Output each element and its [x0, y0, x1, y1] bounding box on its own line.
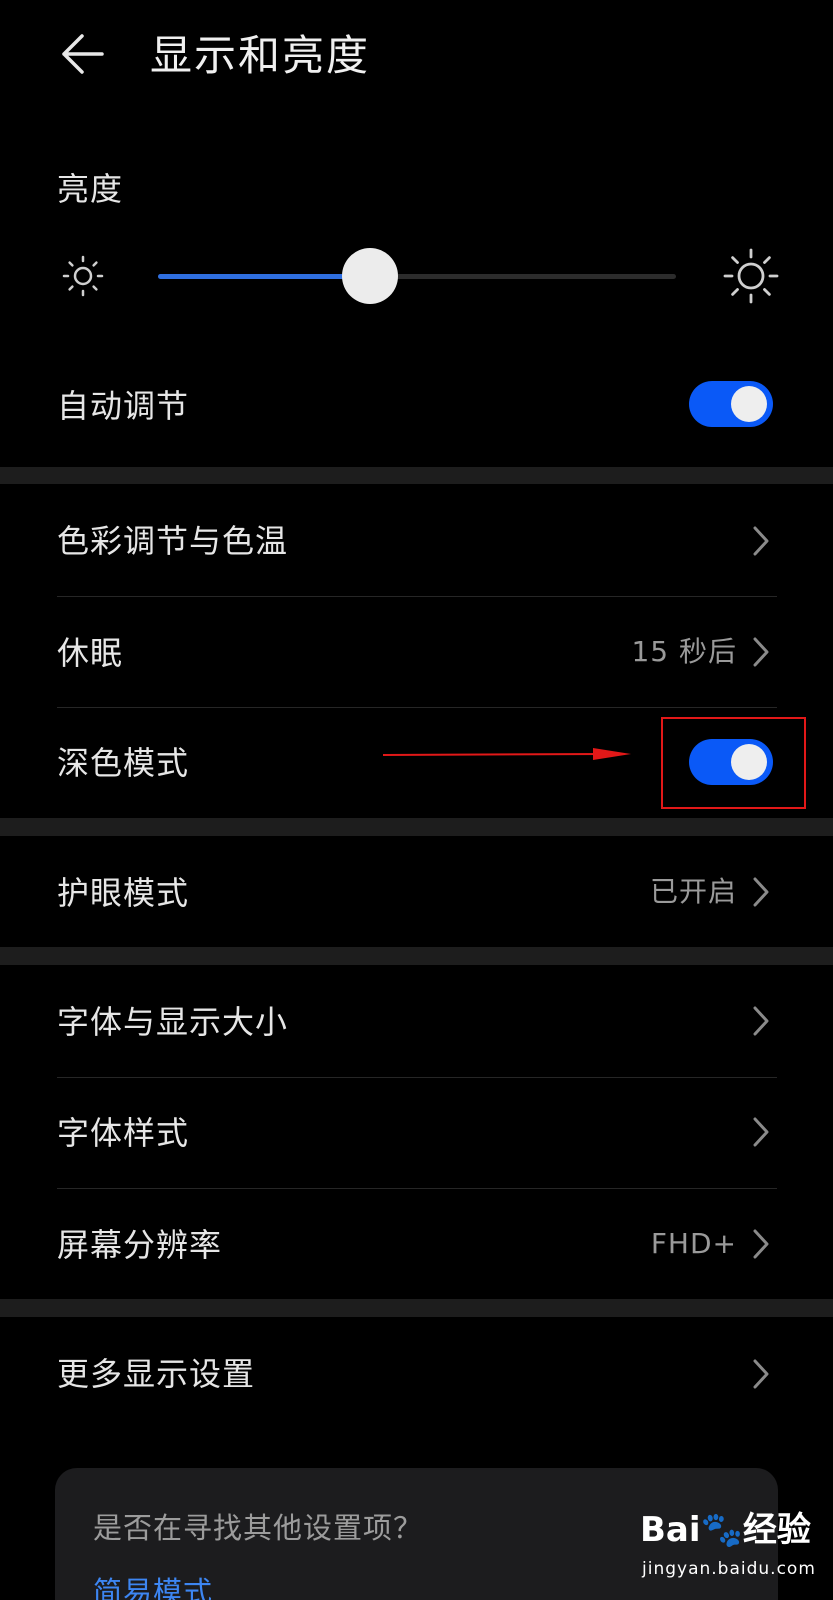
row-divider: [57, 1077, 777, 1078]
eye-comfort-value: 已开启: [649, 875, 737, 908]
eye-comfort-label: 护眼模式: [57, 874, 190, 912]
toggle-knob: [731, 386, 767, 422]
auto-adjust-toggle[interactable]: [689, 381, 773, 427]
highlight-box-annotation: [661, 717, 806, 809]
simple-mode-link[interactable]: 简易模式: [93, 1572, 213, 1600]
section-separator: [0, 947, 833, 965]
page-title: 显示和亮度: [150, 31, 371, 80]
more-display-settings-label: 更多显示设置: [57, 1355, 256, 1393]
color-temperature-label: 色彩调节与色温: [57, 522, 289, 560]
chevron-right-icon: [753, 1006, 769, 1036]
dark-mode-label: 深色模式: [57, 744, 190, 782]
chevron-right-icon: [753, 877, 769, 907]
font-style-label: 字体样式: [57, 1114, 190, 1152]
section-separator: [0, 1299, 833, 1317]
auto-adjust-label: 自动调节: [57, 387, 190, 425]
suggestion-question: 是否在寻找其他设置项？: [93, 1511, 424, 1545]
sun-large-icon: [723, 248, 779, 304]
baidu-jingyan-watermark: Bai🐾经验 jingyan.baidu.com: [636, 1508, 826, 1592]
slider-thumb[interactable]: [342, 248, 398, 304]
watermark-logo: Bai🐾经验: [640, 1510, 811, 1550]
brightness-slider[interactable]: [158, 248, 676, 304]
sun-small-icon: [62, 255, 104, 297]
chevron-right-icon: [753, 637, 769, 667]
slider-fill: [158, 274, 370, 279]
sleep-label: 休眠: [57, 634, 124, 672]
back-button[interactable]: [58, 30, 106, 78]
section-separator: [0, 467, 833, 484]
brightness-section-title: 亮度: [57, 170, 124, 208]
arrow-left-icon: [62, 34, 104, 74]
red-arrow-annotation: [383, 748, 631, 760]
screen-resolution-label: 屏幕分辨率: [57, 1226, 223, 1264]
chevron-right-icon: [753, 1117, 769, 1147]
watermark-url: jingyan.baidu.com: [642, 1559, 816, 1579]
sleep-value: 15 秒后: [631, 635, 737, 668]
font-display-size-label: 字体与显示大小: [57, 1003, 289, 1041]
title-bar: 显示和亮度: [0, 0, 833, 112]
chevron-right-icon: [753, 1359, 769, 1389]
screen-resolution-value: FHD+: [650, 1227, 737, 1260]
chevron-right-icon: [753, 1229, 769, 1259]
row-divider: [57, 1188, 777, 1189]
chevron-right-icon: [753, 526, 769, 556]
row-divider: [57, 596, 777, 597]
section-separator: [0, 818, 833, 836]
row-divider: [57, 707, 777, 708]
